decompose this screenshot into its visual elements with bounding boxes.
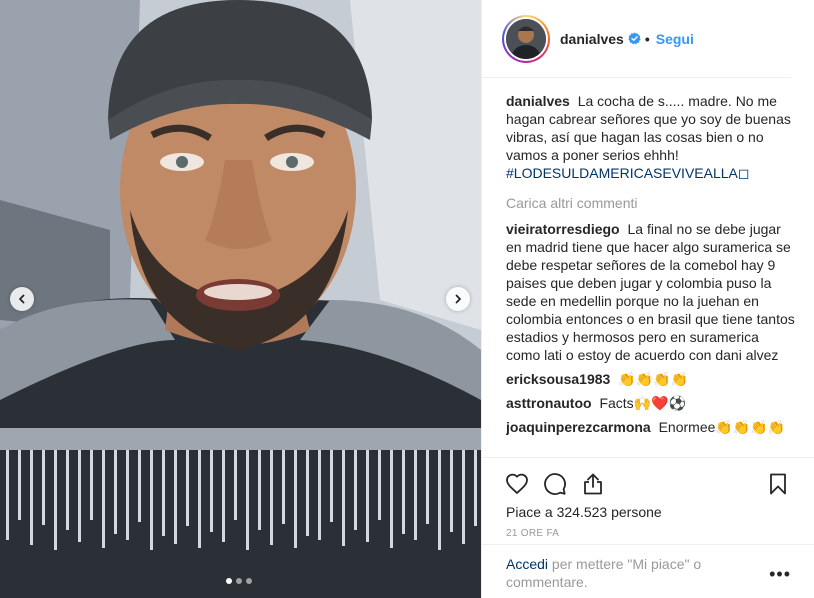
avatar [506, 18, 546, 59]
post-photo [0, 0, 481, 598]
follow-button[interactable]: Segui [656, 31, 694, 47]
carousel-dot [236, 578, 242, 584]
caption-hashtag[interactable]: #LODESULDAMERICASEVIVEALLA◻ [506, 165, 750, 181]
comment-item: asttronautoo Facts🙌❤️⚽ [506, 394, 796, 412]
comment-item: vieiratorresdiego La final no se debe ju… [506, 220, 796, 364]
load-more-comments-button[interactable]: Carica altri commenti [506, 194, 796, 212]
comment-item: joaquinperezcarmona Enormee👏👏👏👏 [506, 418, 796, 436]
save-button[interactable] [765, 471, 791, 497]
story-ring[interactable] [502, 14, 550, 63]
chevron-right-icon [455, 294, 461, 304]
bookmark-icon [770, 473, 786, 495]
carousel-dot-active [226, 578, 232, 584]
comment-text: Facts🙌❤️⚽ [599, 395, 686, 411]
comment-username[interactable]: joaquinperezcarmona [506, 419, 651, 435]
comment-text: La final no se debe jugar en madrid tien… [506, 221, 795, 363]
chevron-left-icon [19, 294, 25, 304]
comment-text: Enormee👏👏👏👏 [658, 419, 786, 435]
action-icons-row [482, 458, 814, 502]
post-username[interactable]: danialves [560, 31, 624, 47]
likes-count[interactable]: Piace a 324.523 persone [482, 502, 814, 520]
post-info-panel: danialves • Segui danialves La cocha de … [481, 0, 814, 598]
comment-icon [544, 473, 566, 495]
login-prompt-text: Accedi per mettere "Mi piace" o commenta… [506, 555, 746, 591]
post-actions: Piace a 324.523 persone 21 ORE FA [482, 457, 814, 539]
verified-badge-icon [628, 32, 641, 45]
comment-username[interactable]: vieiratorresdiego [506, 221, 620, 237]
heart-icon [506, 473, 528, 494]
carousel-indicator [226, 578, 252, 584]
post-caption: danialves La cocha de s..... madre. No m… [506, 92, 796, 182]
like-button[interactable] [504, 471, 530, 497]
more-options-button[interactable]: ••• [769, 565, 791, 583]
carousel-dot [246, 578, 252, 584]
login-prompt: Accedi per mettere "Mi piace" o commenta… [482, 544, 814, 598]
carousel-prev-button[interactable] [10, 287, 34, 311]
post-header: danialves • Segui [482, 0, 791, 78]
post-media[interactable] [0, 0, 481, 598]
post-timestamp[interactable]: 21 ORE FA [482, 520, 814, 539]
carousel-next-button[interactable] [446, 287, 470, 311]
comment-username[interactable]: ericksousa1983 [506, 371, 610, 387]
login-link[interactable]: Accedi [506, 556, 548, 572]
avatar-image [506, 18, 546, 59]
comment-item: ericksousa1983 👏👏👏👏 [506, 370, 796, 388]
comments-list[interactable]: danialves La cocha de s..... madre. No m… [506, 92, 796, 457]
comment-text: 👏👏👏👏 [618, 371, 688, 387]
header-separator: • [644, 30, 650, 47]
instagram-post: danialves • Segui danialves La cocha de … [0, 0, 814, 598]
share-icon [584, 473, 602, 495]
comment-username[interactable]: asttronautoo [506, 395, 592, 411]
comment-button[interactable] [542, 471, 568, 497]
caption-username[interactable]: danialves [506, 93, 570, 109]
share-button[interactable] [580, 471, 606, 497]
